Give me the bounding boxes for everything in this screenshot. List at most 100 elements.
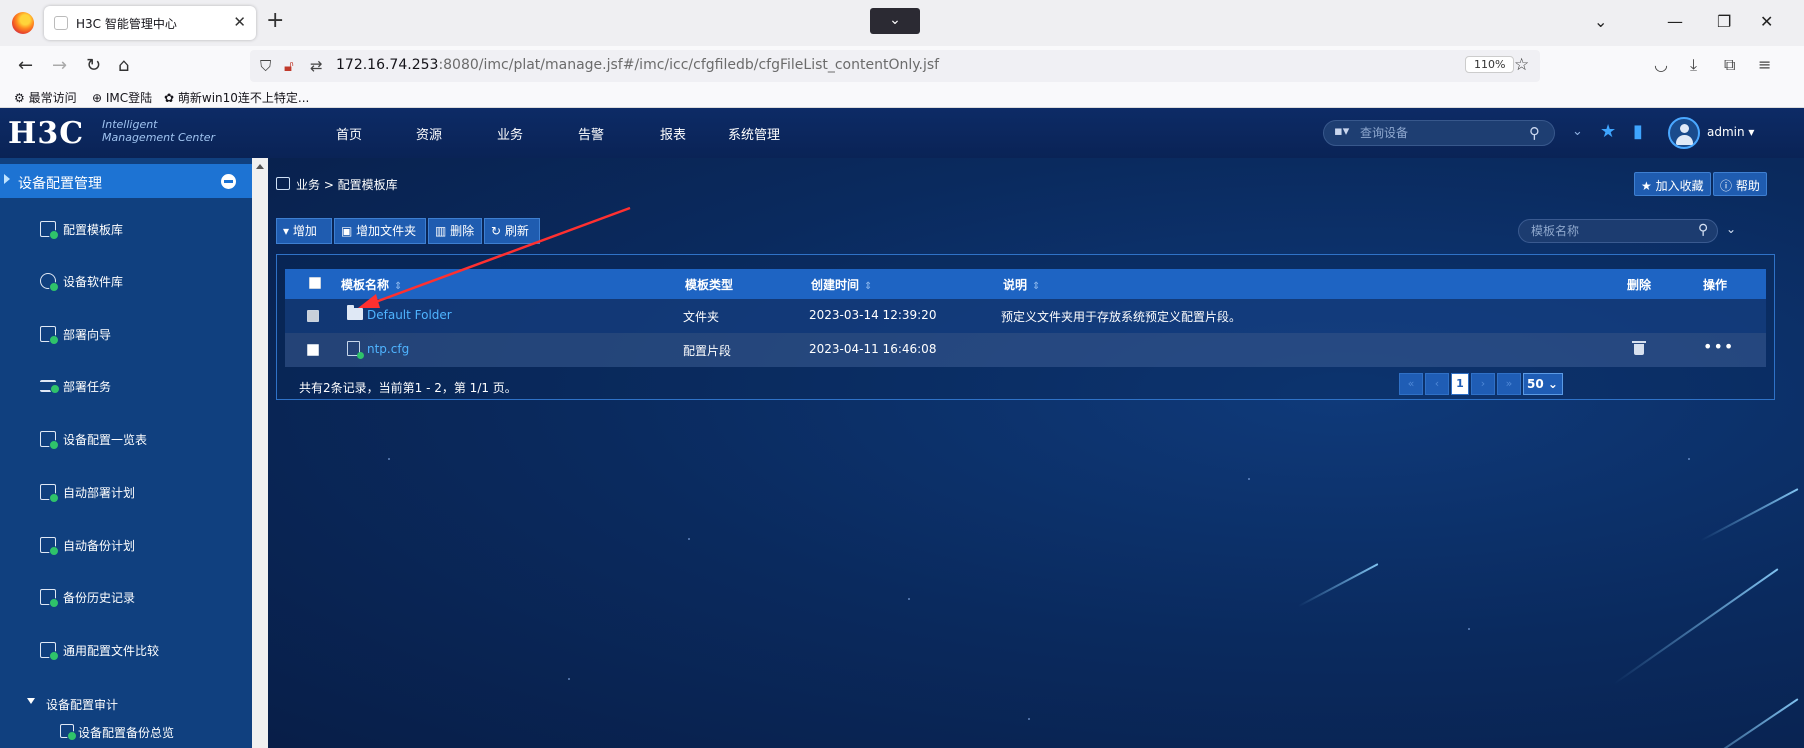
bookmark-icon[interactable]: ▮	[1633, 121, 1643, 142]
first-page-icon[interactable]: «	[1399, 373, 1423, 395]
home-icon[interactable]: ⌂	[118, 55, 129, 76]
url-bar[interactable]: ⛉ 🔓︎ ⇄ 172.16.74.253:8080/imc/plat/manag…	[250, 50, 1540, 82]
restore-icon[interactable]: ❐	[1717, 12, 1731, 31]
table-row[interactable]: ntp.cfg 配置片段 2023-04-11 16:46:08 •••	[285, 333, 1766, 367]
downloads-icon[interactable]: ⤓	[1690, 55, 1697, 75]
menu-icon[interactable]: ≡	[1758, 55, 1771, 74]
sidebar-item-deploy-task[interactable]: 部署任务	[0, 365, 252, 409]
nav-system[interactable]: 系统管理	[728, 124, 780, 143]
template-name-link[interactable]: ntp.cfg	[367, 342, 409, 356]
add-folder-button[interactable]: ▣ 增加文件夹	[334, 218, 426, 244]
column-header-created[interactable]: 创建时间 ⇕	[811, 276, 872, 293]
star-decoration	[908, 598, 910, 600]
minimize-icon[interactable]: —	[1667, 12, 1683, 31]
close-window-icon[interactable]: ✕	[1760, 12, 1773, 31]
breadcrumb: 业务 > 配置模板库	[296, 178, 398, 192]
device-search-input[interactable]	[1360, 124, 1510, 142]
sidebar-item-config-template[interactable]: 配置模板库	[0, 208, 252, 252]
add-favorite-button[interactable]: ★ 加入收藏	[1634, 172, 1711, 196]
current-page[interactable]: 1	[1451, 373, 1469, 395]
search-icon[interactable]: ⚲	[1529, 124, 1540, 142]
history-icon	[40, 589, 59, 608]
compare-icon	[40, 642, 59, 661]
permissions-icon[interactable]: ⇄	[310, 57, 323, 75]
forward-icon[interactable]: →	[52, 55, 67, 76]
row-checkbox[interactable]	[307, 310, 319, 322]
star-decoration	[388, 458, 390, 460]
prev-page-icon[interactable]: ‹	[1425, 373, 1449, 395]
device-search[interactable]: ▪▾ ⚲	[1323, 120, 1555, 146]
new-tab-icon[interactable]: +	[266, 8, 284, 33]
shield-icon[interactable]: ⛉	[260, 57, 271, 75]
delete-button[interactable]: ▥ 删除	[428, 218, 482, 244]
next-page-icon[interactable]: ›	[1471, 373, 1495, 395]
expand-icon[interactable]: ⌄	[1572, 124, 1583, 139]
sidebar-item-backup-overview[interactable]: 设备配置备份总览	[0, 718, 252, 746]
favorites-star-icon[interactable]: ★	[1600, 121, 1616, 142]
url-text[interactable]: 172.16.74.253:8080/imc/plat/manage.jsf#/…	[336, 57, 939, 73]
nav-alarm[interactable]: 告警	[578, 124, 604, 143]
select-all-checkbox[interactable]	[309, 277, 321, 289]
description: 预定义文件夹用于存放系统预定义配置片段。	[1001, 310, 1242, 324]
back-icon[interactable]: ←	[18, 55, 33, 76]
sidebar-item-backup-history[interactable]: 备份历史记录	[0, 576, 252, 620]
sidebar-item-auto-deploy[interactable]: 自动部署计划	[0, 471, 252, 515]
wizard-icon	[40, 326, 59, 345]
extensions-icon[interactable]: ⧉	[1724, 55, 1735, 75]
sidebar-item-config-compare[interactable]: 通用配置文件比较	[0, 629, 252, 673]
expand-filter-icon[interactable]: ⌄	[1726, 222, 1736, 236]
close-tab-icon[interactable]: ✕	[233, 13, 246, 31]
template-grid-panel: 模板名称 ⇕ 模板类型 创建时间 ⇕ 说明 ⇕ 删除 操作 Default Folde…	[276, 254, 1775, 400]
more-actions-icon[interactable]: •••	[1703, 337, 1734, 356]
avatar[interactable]	[1668, 117, 1700, 149]
star-decoration	[688, 538, 690, 540]
sidebar-item-auto-backup[interactable]: 自动备份计划	[0, 524, 252, 568]
star-decoration	[1028, 718, 1030, 720]
nav-report[interactable]: 报表	[660, 124, 686, 143]
bookmark-win10[interactable]: ✿ 萌新win10连不上特定...	[164, 89, 309, 106]
add-button[interactable]: ▾ 增加	[276, 218, 332, 244]
template-search-input[interactable]	[1531, 223, 1691, 239]
sidebar-item-software-library[interactable]: 设备软件库	[0, 260, 252, 304]
bookmark-imc-login[interactable]: ⊕ IMC登陆	[92, 89, 152, 106]
sidebar-item-deploy-wizard[interactable]: 部署向导	[0, 313, 252, 357]
insecure-lock-icon[interactable]: 🔓︎	[284, 57, 294, 75]
page-size-select[interactable]: 50 ⌄	[1523, 373, 1563, 395]
table-row[interactable]: Default Folder 文件夹 2023-03-14 12:39:20 预…	[285, 299, 1766, 333]
bookmark-most-visited[interactable]: ⚙ 最常访问	[14, 89, 77, 106]
search-icon[interactable]: ⚲	[1698, 222, 1708, 238]
scroll-up-icon[interactable]	[256, 164, 264, 169]
template-name-link[interactable]: Default Folder	[367, 308, 452, 322]
browser-tab[interactable]: H3C 智能管理中心 ✕	[44, 6, 256, 40]
reload-icon[interactable]: ↻	[86, 55, 101, 76]
list-all-tabs-button[interactable]: ⌄	[870, 8, 920, 34]
last-page-icon[interactable]: »	[1497, 373, 1521, 395]
device-type-icon[interactable]: ▪▾	[1334, 124, 1349, 139]
row-checkbox[interactable]	[307, 344, 319, 356]
collapse-icon[interactable]	[221, 174, 236, 189]
help-button[interactable]: ⓘ 帮助	[1713, 172, 1767, 196]
annotation-arrow	[358, 206, 631, 308]
sidebar-scrollbar[interactable]	[252, 158, 268, 748]
bookmark-star-icon[interactable]: ☆	[1514, 55, 1529, 75]
nav-resource[interactable]: 资源	[416, 124, 442, 143]
zoom-level[interactable]: 110%	[1465, 56, 1515, 73]
sidebar-header[interactable]: 设备配置管理	[0, 164, 252, 198]
column-header-type: 模板类型	[685, 278, 734, 292]
column-header-name[interactable]: 模板名称 ⇕	[341, 276, 402, 293]
username[interactable]: admin ▾	[1707, 125, 1754, 139]
trash-icon[interactable]	[1632, 341, 1646, 355]
refresh-button[interactable]: ↻ 刷新	[484, 218, 540, 244]
firefox-icon[interactable]	[12, 12, 34, 34]
sidebar-group-audit[interactable]: 设备配置审计	[0, 688, 252, 718]
meteor-decoration	[1673, 698, 1799, 748]
template-search[interactable]	[1518, 219, 1718, 243]
nav-home[interactable]: 首页	[336, 124, 362, 143]
sidebar-item-config-overview[interactable]: 设备配置一览表	[0, 418, 252, 462]
chevron-down-icon	[27, 698, 35, 704]
pocket-icon[interactable]: ◡	[1654, 55, 1668, 74]
column-header-desc[interactable]: 说明 ⇕	[1003, 276, 1040, 293]
schedule-icon	[40, 484, 59, 503]
chevron-down-icon[interactable]: ⌄	[1594, 12, 1607, 31]
nav-service[interactable]: 业务	[497, 124, 523, 143]
